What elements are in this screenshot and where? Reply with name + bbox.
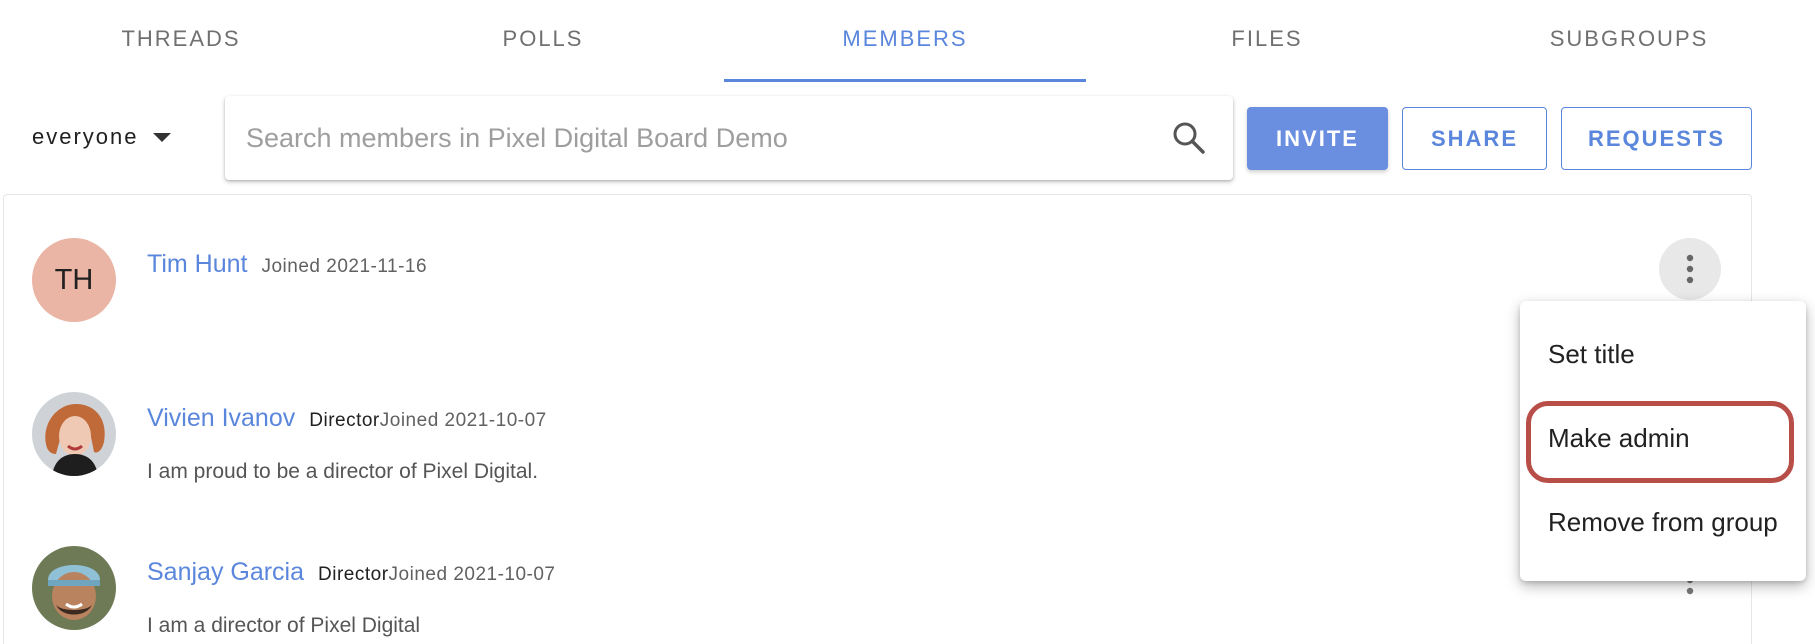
- member-actions-menu: Set title Make admin Remove from group: [1520, 301, 1806, 581]
- member-name[interactable]: Vivien Ivanov: [147, 404, 295, 433]
- tab-members[interactable]: MEMBERS: [724, 0, 1086, 82]
- tab-subgroups[interactable]: SUBGROUPS: [1448, 0, 1810, 82]
- member-header: Tim Hunt Joined 2021-11-16: [147, 250, 427, 279]
- member-title: Director: [309, 410, 380, 431]
- search-input[interactable]: [225, 96, 1171, 180]
- tab-label: SUBGROUPS: [1549, 26, 1709, 51]
- search-icon[interactable]: [1171, 120, 1207, 156]
- more-vertical-icon: [1686, 254, 1694, 284]
- tab-label: THREADS: [121, 26, 241, 51]
- member-photo: [32, 546, 116, 630]
- member-bio: I am proud to be a director of Pixel Dig…: [147, 460, 539, 483]
- member-name[interactable]: Tim Hunt: [147, 250, 247, 279]
- tab-files[interactable]: FILES: [1086, 0, 1448, 82]
- menu-item-set-title[interactable]: Set title: [1548, 339, 1635, 370]
- member-joined-date: Joined 2021-10-07: [379, 410, 547, 431]
- member-photo: [32, 392, 116, 476]
- tab-label: POLLS: [502, 26, 584, 51]
- member-filter-select[interactable]: everyone: [32, 124, 171, 150]
- member-name[interactable]: Sanjay Garcia: [147, 558, 304, 587]
- member-joined-date: Joined 2021-10-07: [388, 564, 556, 585]
- tab-bar: THREADS POLLS MEMBERS FILES SUBGROUPS: [0, 0, 1815, 82]
- member-search-box: [225, 96, 1233, 180]
- tab-polls[interactable]: POLLS: [362, 0, 724, 82]
- tab-label: FILES: [1231, 26, 1303, 51]
- requests-button[interactable]: REQUESTS: [1561, 107, 1752, 170]
- member-header: Vivien Ivanov Director Joined 2021-10-07: [147, 404, 547, 433]
- avatar[interactable]: TH: [32, 238, 116, 322]
- share-button[interactable]: SHARE: [1402, 107, 1547, 170]
- invite-button[interactable]: INVITE: [1247, 107, 1388, 170]
- tab-threads[interactable]: THREADS: [0, 0, 362, 82]
- menu-item-remove-from-group[interactable]: Remove from group: [1548, 507, 1778, 538]
- avatar[interactable]: [32, 546, 116, 630]
- avatar[interactable]: [32, 392, 116, 476]
- member-bio: I am a director of Pixel Digital: [147, 614, 421, 637]
- members-list: TH Tim Hunt Joined 2021-11-16 Vivien Iva…: [3, 194, 1752, 644]
- filter-label: everyone: [32, 124, 139, 149]
- member-header: Sanjay Garcia Director Joined 2021-10-07: [147, 558, 556, 587]
- member-title: Director: [318, 564, 389, 585]
- menu-item-make-admin[interactable]: Make admin: [1548, 423, 1690, 454]
- tab-label: MEMBERS: [842, 26, 968, 51]
- member-actions-button[interactable]: [1659, 238, 1721, 300]
- caret-down-icon: [152, 132, 171, 142]
- member-joined-date: Joined 2021-11-16: [261, 256, 428, 277]
